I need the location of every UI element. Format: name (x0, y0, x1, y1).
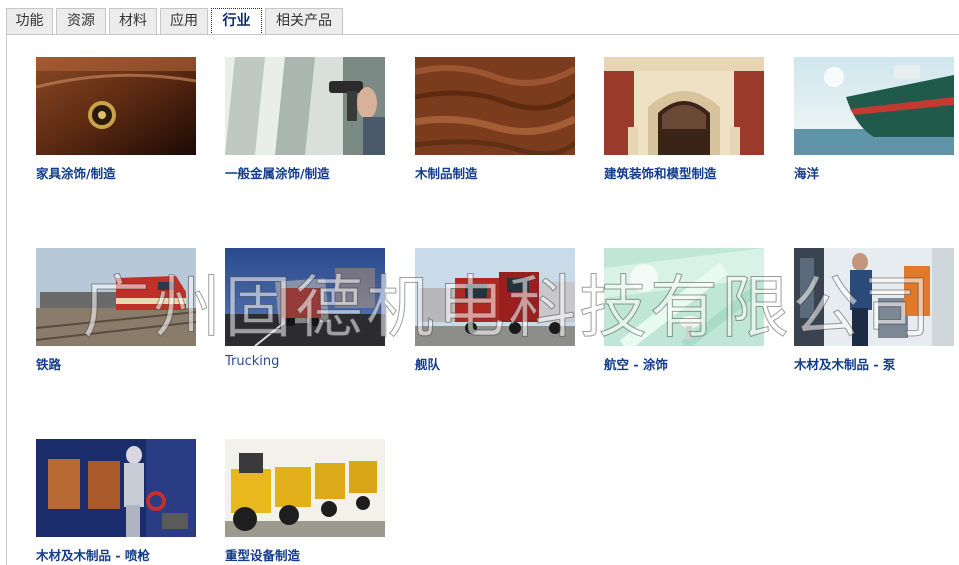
building-facade-image[interactable] (604, 57, 764, 155)
industry-label[interactable]: 一般金属涂饰/制造 (225, 163, 330, 182)
tab-divider (6, 34, 959, 35)
tab-resources[interactable]: 资源 (56, 8, 106, 34)
industry-label[interactable]: 建筑装饰和模型制造 (604, 163, 717, 182)
truck-on-highway-image[interactable] (225, 248, 385, 346)
wood-grain-image[interactable] (415, 57, 575, 155)
tab-applications[interactable]: 应用 (160, 8, 208, 34)
tab-materials[interactable]: 材料 (109, 8, 157, 34)
metal-spray-gun-image[interactable] (225, 57, 385, 155)
industry-label[interactable]: 木材及木制品 - 泵 (794, 354, 895, 373)
ship-at-sea-image[interactable] (794, 57, 954, 155)
industry-label[interactable]: 航空 - 涂饰 (604, 354, 668, 373)
industry-label[interactable]: 木材及木制品 - 喷枪 (36, 545, 150, 564)
furniture-drawer-image[interactable] (36, 57, 196, 155)
tab-related-products[interactable]: 相关产品 (265, 8, 343, 34)
pump-operator-image[interactable] (794, 248, 954, 346)
industry-label[interactable]: 海洋 (794, 163, 819, 182)
industry-label[interactable]: 重型设备制造 (225, 545, 300, 564)
tab-industries[interactable]: 行业 (211, 8, 262, 35)
industry-label[interactable]: Trucking (225, 354, 279, 369)
content-frame-border (6, 34, 7, 565)
heavy-equipment-image[interactable] (225, 439, 385, 537)
industry-label[interactable]: 铁路 (36, 354, 61, 373)
locomotive-image[interactable] (36, 248, 196, 346)
industry-label[interactable]: 家具涂饰/制造 (36, 163, 116, 182)
tab-functions[interactable]: 功能 (6, 8, 53, 34)
spray-booth-image[interactable] (36, 439, 196, 537)
aerospace-coating-image[interactable] (604, 248, 764, 346)
tab-bar: 功能 资源 材料 应用 行业 相关产品 (0, 0, 959, 36)
industry-label[interactable]: 木制品制造 (415, 163, 478, 182)
truck-fleet-image[interactable] (415, 248, 575, 346)
industry-label[interactable]: 舰队 (415, 354, 440, 373)
